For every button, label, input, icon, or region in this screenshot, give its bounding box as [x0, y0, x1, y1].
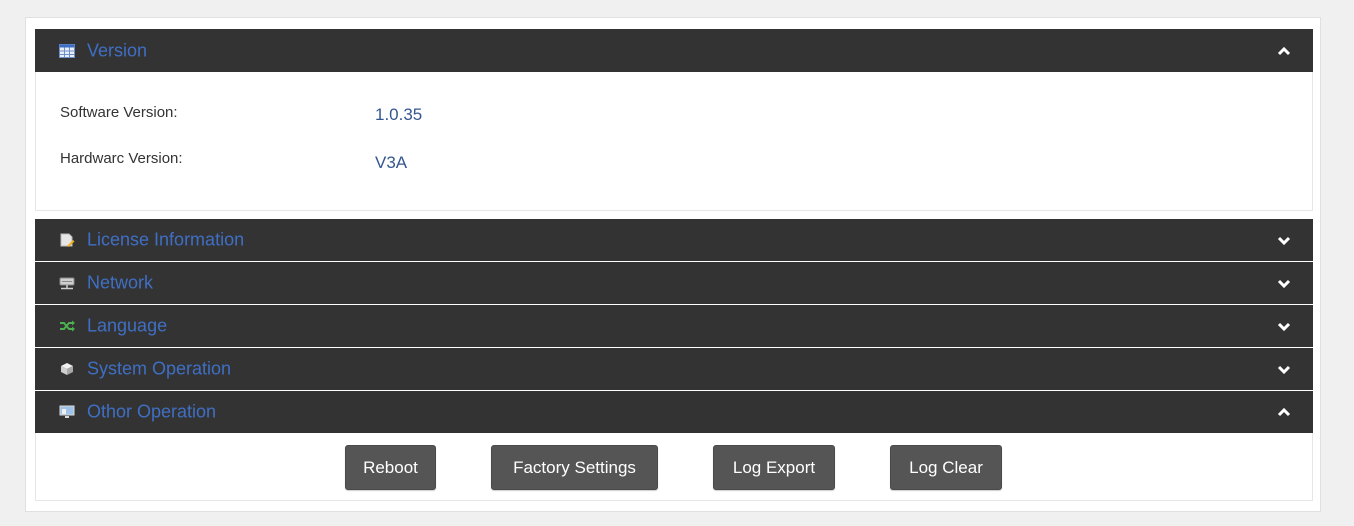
section-title-language: Language [87, 315, 168, 336]
section-title-license-information: License Information [87, 229, 245, 250]
monitor-icon [59, 405, 75, 418]
chevron-down-icon [1277, 365, 1291, 374]
section-header-language[interactable]: Language [35, 305, 1313, 347]
software-version-label: Software Version: [60, 104, 178, 121]
page: Version Software Version: 1.0.35 Hardwar… [0, 0, 1354, 526]
network-icon [59, 277, 75, 290]
license-icon [60, 233, 75, 247]
hardware-version-value: V3A [375, 153, 408, 172]
version-panel-body: Software Version: 1.0.35 Hardwarc Versio… [35, 72, 1313, 211]
section-title-other-operation: Othor Operation [87, 401, 217, 422]
factory-settings-button[interactable]: Factory Settings [491, 445, 658, 490]
cube-icon [61, 363, 73, 375]
section-header-license-information[interactable]: License Information [35, 219, 1313, 261]
chevron-down-icon [1277, 279, 1291, 288]
software-version-value: 1.0.35 [375, 105, 423, 124]
section-header-other-operation[interactable]: Othor Operation [35, 391, 1313, 433]
shuffle-icon [60, 320, 75, 332]
section-header-system-operation[interactable]: System Operation [35, 348, 1313, 390]
section-header-version[interactable]: Version [35, 29, 1313, 72]
section-title-network: Network [87, 272, 154, 293]
chevron-down-icon [1277, 322, 1291, 331]
chevron-up-icon [1277, 407, 1291, 417]
log-export-button[interactable]: Log Export [713, 445, 835, 490]
section-header-network[interactable]: Network [35, 262, 1313, 304]
section-title-system-operation: System Operation [87, 358, 232, 379]
hardware-version-label: Hardwarc Version: [60, 150, 183, 167]
chevron-up-icon [1277, 46, 1291, 55]
section-title-version: Version [87, 40, 148, 60]
table-icon [59, 43, 75, 58]
log-clear-button[interactable]: Log Clear [890, 445, 1002, 490]
chevron-down-icon [1277, 236, 1291, 245]
other-operation-panel-body: Reboot Factory Settings Log Export Log C… [35, 433, 1313, 501]
reboot-button[interactable]: Reboot [345, 445, 436, 490]
